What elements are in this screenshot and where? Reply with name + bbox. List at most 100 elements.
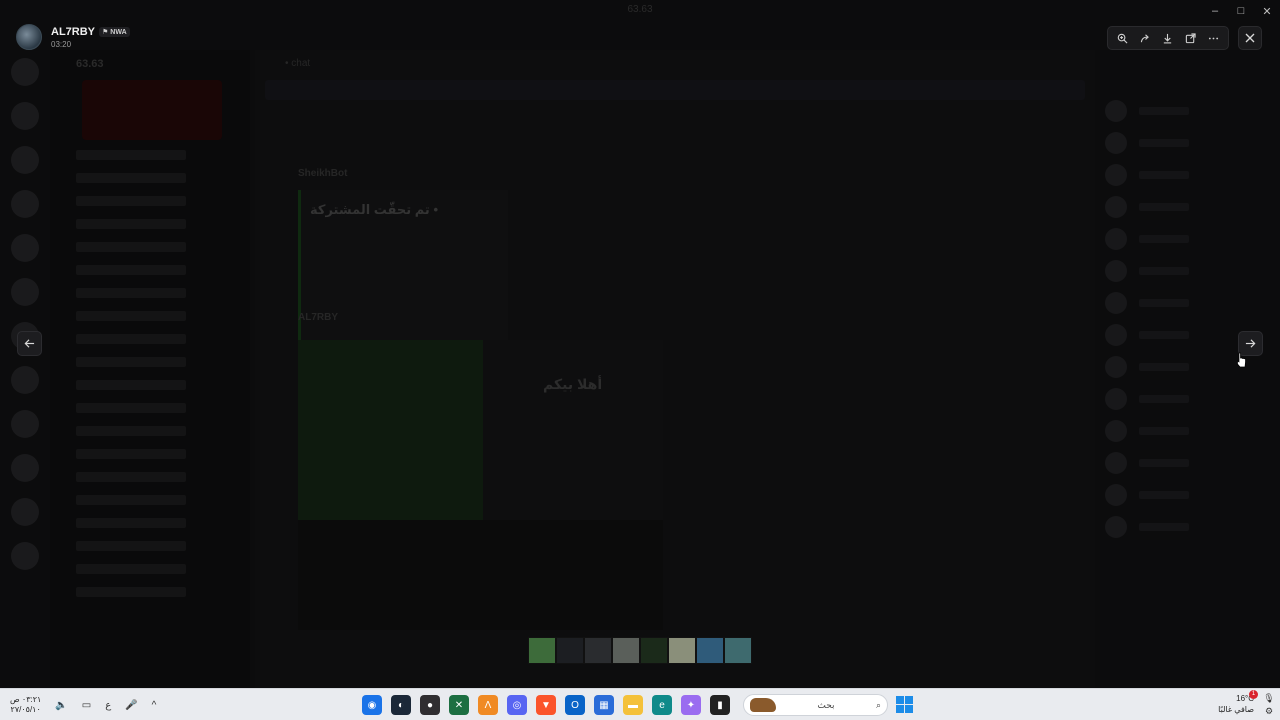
arrow-right-icon (1245, 339, 1256, 348)
server-icon (11, 278, 39, 306)
taskbar-clock[interactable]: ٠٣:٢١ ص ٢٧/٠٥/١٠ (10, 695, 41, 715)
message-image (298, 340, 483, 520)
close-viewer-button[interactable] (1238, 26, 1262, 50)
discord-icon[interactable]: ◎ (507, 695, 527, 715)
media-viewer-header: AL7RBY ⚑ NWA 03:20 (0, 0, 1280, 52)
message-author: SheikhBot (298, 168, 348, 179)
server-banner (82, 80, 222, 140)
server-list (6, 58, 44, 658)
channel-item (76, 219, 186, 229)
taskbar: ٠٣:٢١ ص ٢٧/٠٥/١٠ 🔈 ▭ ع 🎤 ^ ◉ ◐ ● ✕ Λ ◎ ▼ O ▦ ▬ e ✦ ▮… (0, 688, 1280, 720)
start-button[interactable] (896, 696, 913, 713)
member-item (1105, 388, 1280, 410)
server-icon (11, 454, 39, 482)
notification-badge: 1 (1249, 690, 1258, 699)
channel-item (76, 541, 186, 551)
chevron-up-icon[interactable]: ^ (152, 700, 157, 711)
viewer-toolbar (1107, 26, 1229, 50)
microphone-icon[interactable]: 🎤 (125, 700, 137, 711)
thumbnail-strip (528, 637, 752, 664)
channel-item (76, 311, 186, 321)
member-list (1105, 100, 1280, 688)
server-name: 63.63 (76, 58, 104, 70)
tag-icon: ⚑ (102, 29, 109, 36)
channel-item (76, 403, 186, 413)
member-item (1105, 292, 1280, 314)
member-item (1105, 484, 1280, 506)
channel-item (76, 357, 186, 367)
channel-item (76, 288, 186, 298)
channel-item (76, 426, 186, 436)
weather-desc: صافي غالبًا (1218, 705, 1254, 714)
member-item (1105, 100, 1280, 122)
member-item (1105, 356, 1280, 378)
clan-tag-label: NWA (110, 28, 127, 36)
message-image: أهلا بيكم (483, 340, 663, 520)
network-icon[interactable]: ▭ (82, 700, 91, 711)
uploader-name[interactable]: AL7RBY (51, 26, 95, 38)
channel-item (76, 242, 186, 252)
download-icon[interactable] (1158, 28, 1178, 48)
previous-image-button[interactable] (17, 331, 42, 356)
steam-icon[interactable]: ◐ (391, 695, 411, 715)
thumbnail-item[interactable] (584, 637, 612, 664)
channel-item (76, 587, 186, 597)
chrome-icon[interactable]: ◉ (362, 695, 382, 715)
channel-item (76, 334, 186, 344)
channel-sidebar: 63.63 (50, 50, 250, 688)
taskbar-system-tray: ٠٣:٢١ ص ٢٧/٠٥/١٠ 🔈 ▭ ع 🎤 ^ (10, 689, 156, 720)
channel-list (50, 150, 250, 610)
channel-item (76, 150, 186, 160)
search-highlight-image (750, 698, 776, 712)
thumbnail-item[interactable] (556, 637, 584, 664)
channel-item (76, 173, 186, 183)
brave-icon[interactable]: ▼ (536, 695, 556, 715)
thumbnail-item[interactable] (668, 637, 696, 664)
embed-title: تم تحقّت المشتركة • (310, 202, 438, 217)
settings-tray-icon[interactable]: ⚙ (1265, 706, 1273, 717)
forward-icon[interactable] (1135, 28, 1155, 48)
member-item (1105, 132, 1280, 154)
obs-icon[interactable]: ● (420, 695, 440, 715)
member-item (1105, 164, 1280, 186)
server-icon (11, 410, 39, 438)
store-icon[interactable]: ▦ (594, 695, 614, 715)
zoom-in-icon[interactable] (1112, 28, 1132, 48)
message-timestamp: 03:20 (51, 40, 72, 49)
language-indicator[interactable]: ع (105, 700, 111, 711)
server-icon (11, 498, 39, 526)
search-icon: ⌕ (875, 699, 881, 710)
avatar[interactable] (16, 24, 42, 50)
image-caption: أهلا بيكم (543, 376, 603, 392)
server-icon (11, 542, 39, 570)
outlook-icon[interactable]: O (565, 695, 585, 715)
copilot-icon[interactable]: ✦ (681, 695, 701, 715)
taskbar-search[interactable]: بحث ⌕ (743, 694, 888, 716)
weather-widget[interactable]: 16°C صافي غالبًا (1210, 693, 1254, 715)
mic-tray-icon[interactable]: 🎙 (1263, 693, 1274, 704)
discord-background: 63.63 63.63 • chat SheikhBot تم تحقّت ال… (0, 0, 1280, 688)
volume-icon[interactable]: 🔈 (55, 700, 67, 711)
edge-icon[interactable]: e (652, 695, 672, 715)
server-icon (11, 366, 39, 394)
thumbnail-item[interactable] (612, 637, 640, 664)
excel-icon[interactable]: ✕ (449, 695, 469, 715)
server-icon (11, 146, 39, 174)
app-a-icon[interactable]: Λ (478, 695, 498, 715)
terminal-icon[interactable]: ▮ (710, 695, 730, 715)
thumbnail-item[interactable] (528, 637, 556, 664)
server-icon (11, 58, 39, 86)
folder-icon[interactable]: ▬ (623, 695, 643, 715)
mouse-cursor-icon (1237, 352, 1246, 368)
member-item (1105, 452, 1280, 474)
thumbnail-item[interactable] (696, 637, 724, 664)
thumbnail-item[interactable] (724, 637, 752, 664)
open-external-icon[interactable] (1181, 28, 1201, 48)
channel-item (76, 564, 186, 574)
member-item (1105, 196, 1280, 218)
member-item (1105, 516, 1280, 538)
thumbnail-item[interactable] (640, 637, 668, 664)
more-icon[interactable] (1204, 28, 1224, 48)
search-placeholder: بحث (817, 699, 835, 710)
clan-tag: ⚑ NWA (99, 27, 130, 37)
